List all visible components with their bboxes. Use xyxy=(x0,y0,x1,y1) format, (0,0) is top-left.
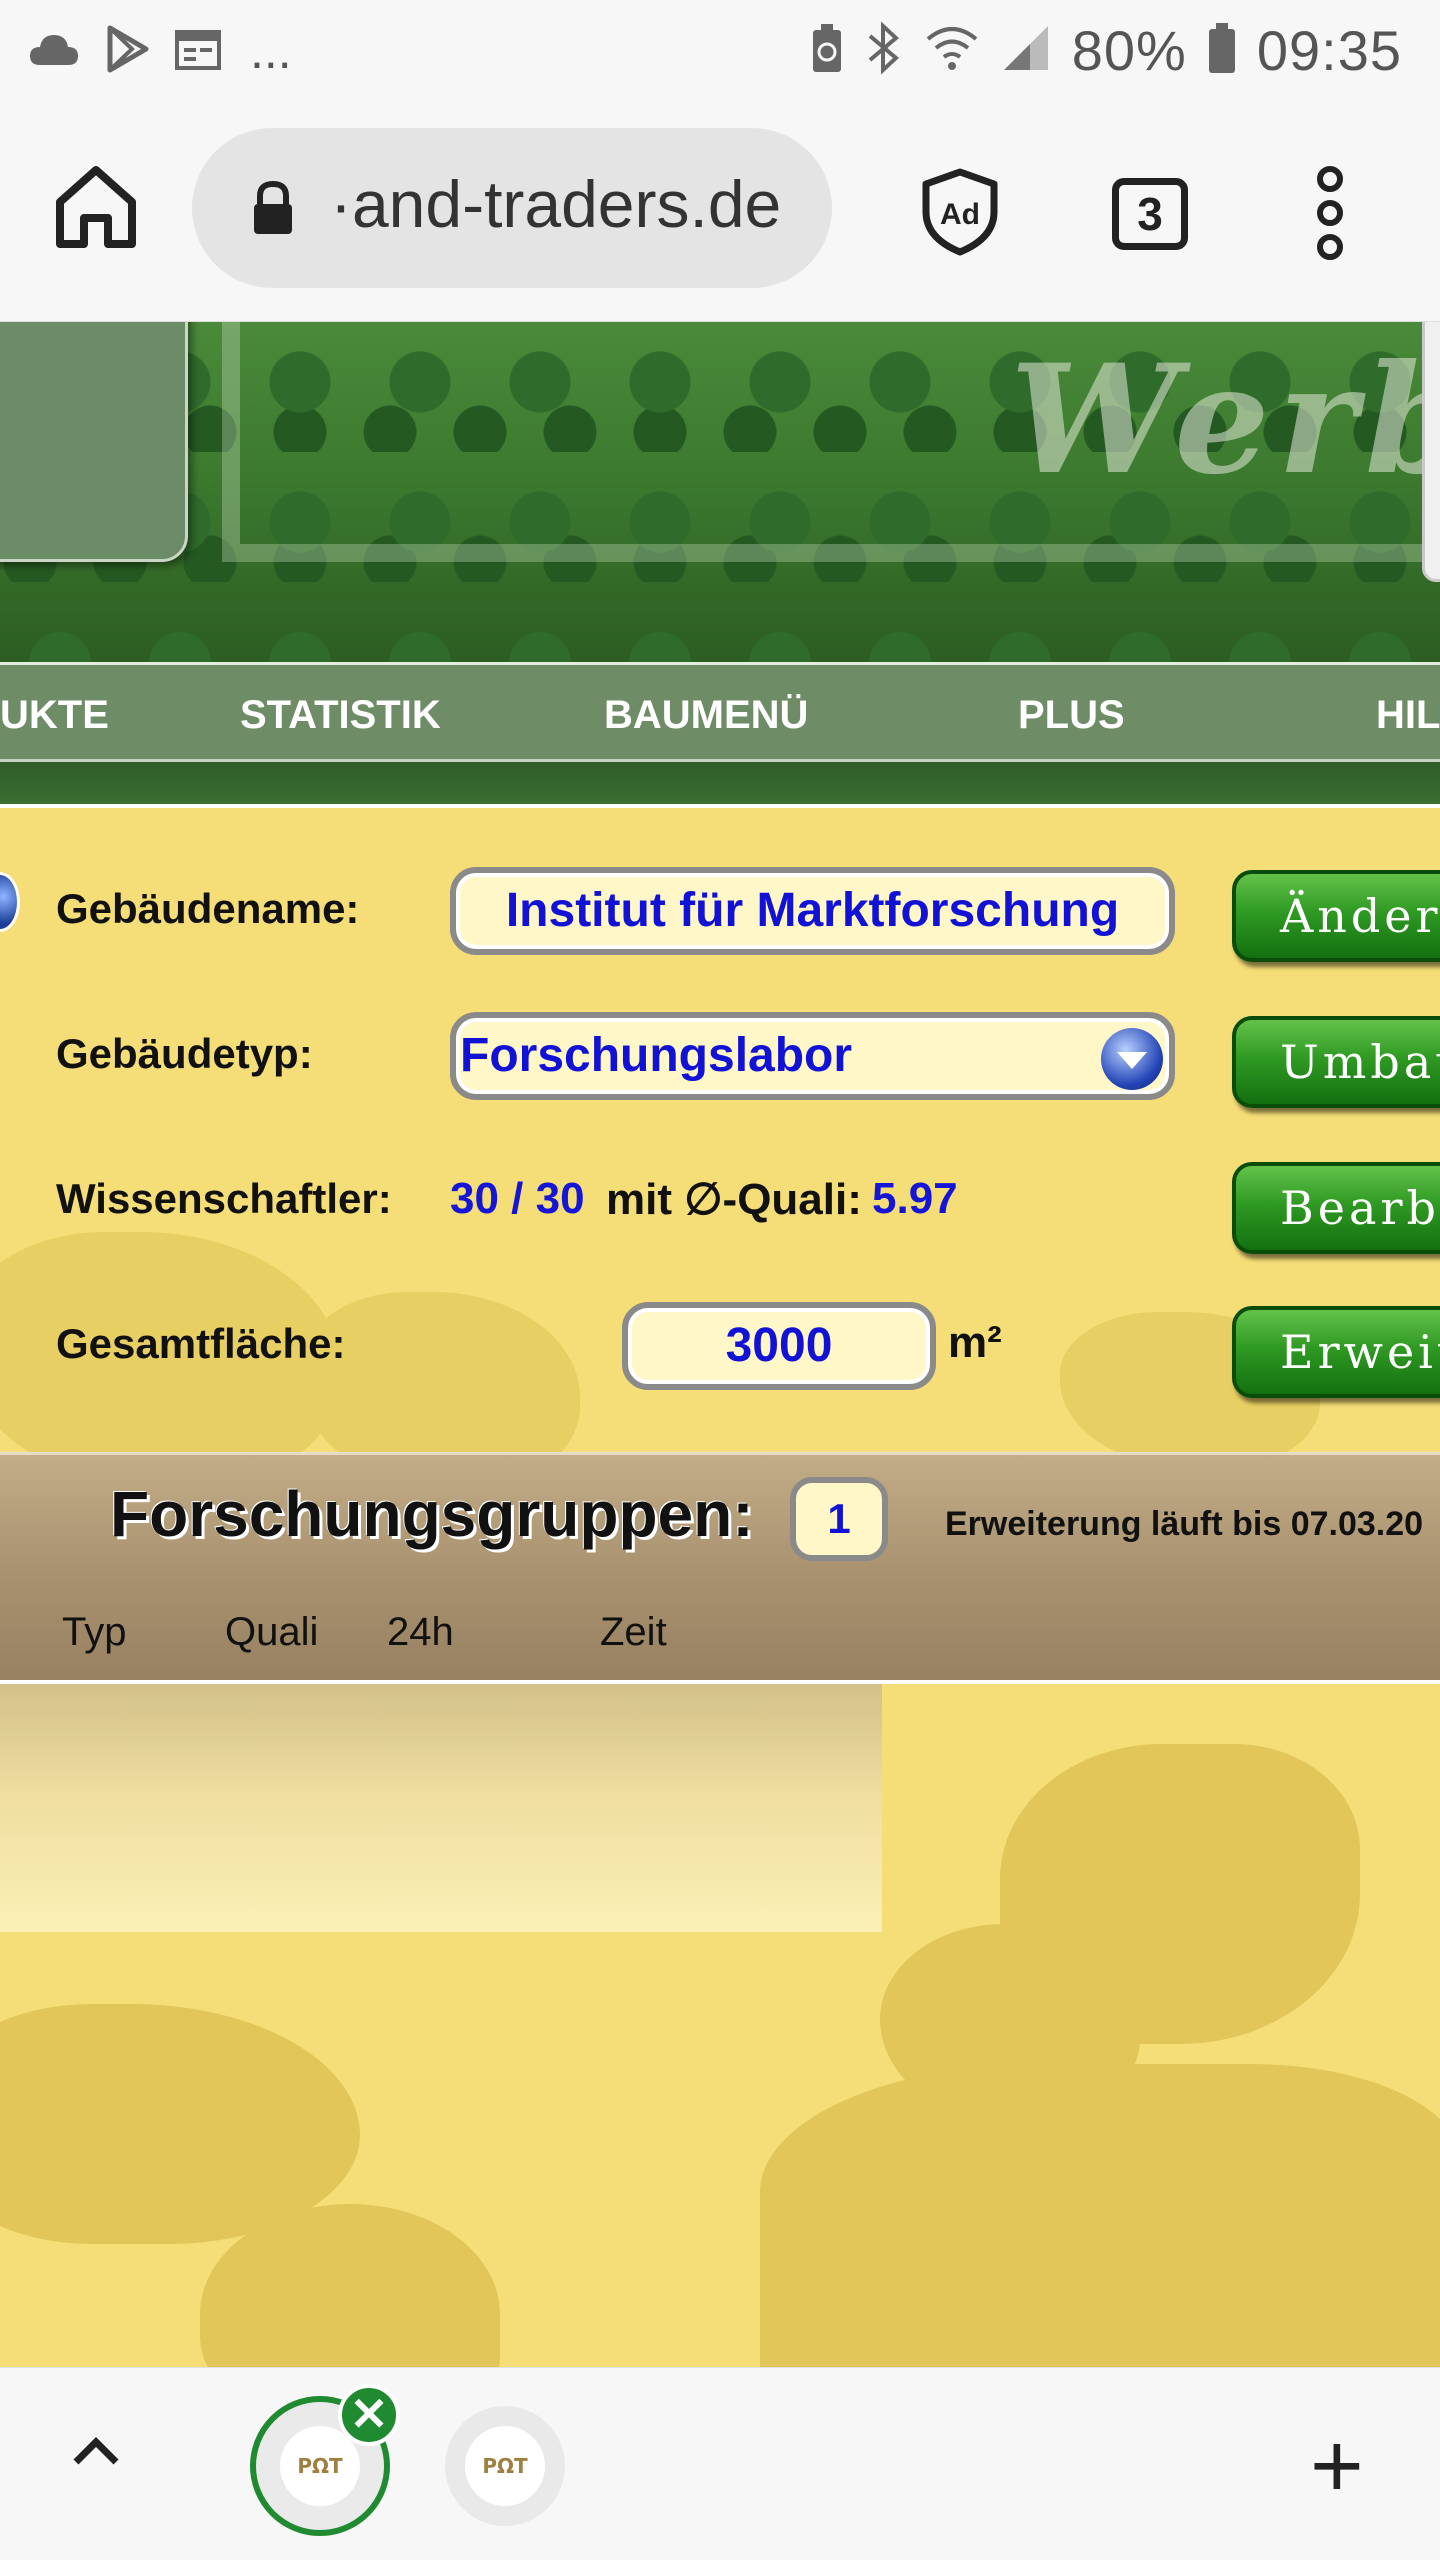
map-landmass xyxy=(300,1292,580,1452)
building-name-label: Gebäudename: xyxy=(56,885,360,932)
new-tab-button[interactable]: + xyxy=(1310,2420,1364,2512)
menu-dot-icon xyxy=(1317,200,1343,226)
area-unit: m² xyxy=(948,1318,1002,1367)
main-nav: UKTE STATISTIK BAUMENÜ PLUS HIL xyxy=(0,662,1440,762)
nav-item-baumenu[interactable]: BAUMENÜ xyxy=(604,693,808,738)
home-icon xyxy=(56,166,136,248)
banner-panel xyxy=(0,322,188,562)
research-groups-title: Forschungsgruppen: xyxy=(110,1478,754,1550)
header-banner: Werb xyxy=(0,322,1440,662)
nav-item-plus[interactable]: PLUS xyxy=(1018,693,1125,738)
chevron-up-icon xyxy=(73,2437,119,2465)
url-text[interactable]: ·and-traders.de xyxy=(330,166,781,242)
tab-switcher-button[interactable]: 3 xyxy=(1112,178,1188,250)
average-quality-value: 5.97 xyxy=(872,1174,958,1223)
ad-shield-icon: Ad xyxy=(922,168,998,256)
research-groups-header: Forschungsgruppen: 1 Erweiterung läuft b… xyxy=(0,1452,1440,1684)
research-groups-count: 1 xyxy=(790,1477,888,1561)
nav-divider xyxy=(0,762,1440,808)
column-header-quali: Quali xyxy=(225,1610,319,1654)
calendar-icon xyxy=(174,26,222,77)
expand-tabs-button[interactable] xyxy=(70,2432,122,2473)
overflow-menu-button[interactable] xyxy=(1310,166,1350,266)
clock: 09:35 xyxy=(1256,19,1402,82)
building-name-input[interactable]: Institut für Marktforschung xyxy=(450,867,1175,955)
building-type-label: Gebäudetyp: xyxy=(56,1030,313,1077)
research-groups-list xyxy=(0,1684,882,1932)
menu-dot-icon xyxy=(1317,234,1343,260)
world-map-background xyxy=(0,1684,1440,2367)
wifi-icon xyxy=(924,23,980,78)
extend-area-button[interactable]: Erweitern xyxy=(1232,1306,1440,1398)
scientists-count: 30 / 30 xyxy=(450,1174,585,1223)
map-landmass xyxy=(760,2064,1440,2367)
svg-text:Ad: Ad xyxy=(940,198,980,231)
building-globe-icon xyxy=(0,872,20,932)
cloud-icon xyxy=(28,31,80,72)
nav-item-produkte[interactable]: UKTE xyxy=(0,693,109,738)
signal-icon xyxy=(1000,22,1052,79)
system-icons: 80% 09:35 xyxy=(810,18,1402,83)
building-type-value: Forschungslabor xyxy=(460,1029,853,1082)
nav-item-hilfe[interactable]: HIL xyxy=(1376,693,1440,738)
ad-block-button[interactable]: Ad xyxy=(920,168,1000,261)
extension-status: Erweiterung läuft bis 07.03.20 xyxy=(945,1505,1424,1543)
lock-icon xyxy=(250,180,296,241)
web-page: Werb UKTE STATISTIK BAUMENÜ PLUS HIL Geb… xyxy=(0,322,1440,2367)
menu-dot-icon xyxy=(1317,166,1343,192)
ad-watermark: Werb xyxy=(1010,332,1440,508)
notification-icons: ... xyxy=(28,22,292,80)
column-header-typ: Typ xyxy=(62,1610,127,1654)
close-tab-button[interactable]: ✕ xyxy=(338,2384,400,2446)
page-scrollbar[interactable] xyxy=(1422,322,1440,582)
column-header-24h: 24h xyxy=(387,1610,454,1654)
tab-inactive[interactable]: PΩT xyxy=(445,2406,565,2526)
play-store-icon xyxy=(102,24,152,79)
site-favicon-icon: PΩT xyxy=(465,2426,545,2506)
nav-item-statistik[interactable]: STATISTIK xyxy=(240,693,441,738)
column-header-zeit: Zeit xyxy=(600,1610,667,1654)
status-bar: ... 80% 09:35 xyxy=(0,0,1440,100)
dropdown-arrow-icon[interactable] xyxy=(1101,1028,1163,1090)
rebuild-button[interactable]: Umbau xyxy=(1232,1016,1440,1108)
total-area-label: Gesamtfläche: xyxy=(56,1320,346,1367)
edit-scientists-button[interactable]: Bearbeiten xyxy=(1232,1162,1440,1254)
browser-toolbar: ·and-traders.de Ad 3 xyxy=(0,100,1440,322)
change-name-button[interactable]: Ändern xyxy=(1232,870,1440,962)
tab-strip: PΩT ✕ PΩT + xyxy=(0,2367,1440,2560)
address-bar[interactable]: ·and-traders.de xyxy=(192,128,832,288)
bluetooth-icon xyxy=(864,20,904,81)
scientists-label: Wissenschaftler: xyxy=(56,1175,392,1222)
total-area-input[interactable]: 3000 xyxy=(622,1302,936,1390)
battery-percentage: 80% xyxy=(1071,19,1187,82)
home-button[interactable] xyxy=(50,160,142,252)
battery-saver-icon xyxy=(810,22,844,79)
building-form: Gebäudename: Institut für Marktforschung… xyxy=(0,812,1440,1452)
battery-icon xyxy=(1207,21,1237,80)
building-type-select[interactable]: Forschungslabor xyxy=(450,1012,1175,1100)
average-quality-label: mit ∅-Quali: xyxy=(606,1175,862,1224)
more-notifications-indicator: ... xyxy=(250,23,292,79)
